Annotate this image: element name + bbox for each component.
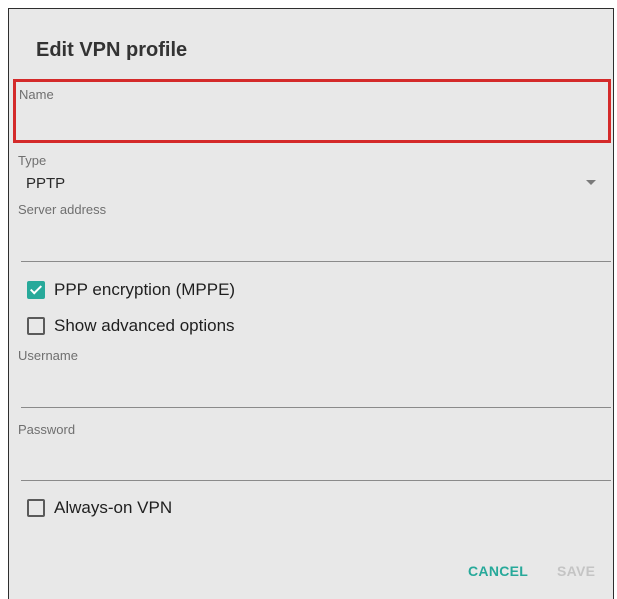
arrow-drop-down-icon	[586, 180, 596, 185]
save-button[interactable]: SAVE	[557, 563, 595, 579]
name-field-highlight: Name	[13, 79, 611, 143]
edit-vpn-profile-dialog: Edit VPN profile Name Type PPTP Server a…	[8, 8, 614, 599]
ppp-encryption-checkbox[interactable]	[27, 281, 45, 299]
type-selected-value: PPTP	[26, 175, 66, 192]
show-advanced-options-checkbox[interactable]	[27, 317, 45, 335]
server-address-input[interactable]	[21, 232, 611, 262]
password-input[interactable]	[21, 451, 611, 481]
password-label: Password	[18, 422, 76, 437]
always-on-vpn-checkbox-row[interactable]: Always-on VPN	[27, 496, 172, 520]
ppp-encryption-checkbox-row[interactable]: PPP encryption (MPPE)	[27, 278, 235, 302]
type-dropdown[interactable]	[17, 152, 611, 196]
name-input[interactable]	[20, 108, 604, 136]
show-advanced-options-checkbox-row[interactable]: Show advanced options	[27, 314, 235, 338]
cancel-button[interactable]: CANCEL	[468, 563, 528, 579]
username-input[interactable]	[21, 378, 611, 408]
username-label: Username	[18, 348, 78, 363]
type-label: Type	[18, 153, 47, 168]
name-label: Name	[19, 87, 54, 102]
always-on-vpn-checkbox[interactable]	[27, 499, 45, 517]
ppp-encryption-label: PPP encryption (MPPE)	[54, 280, 236, 299]
show-advanced-options-label: Show advanced options	[54, 316, 235, 335]
server-address-label: Server address	[18, 202, 107, 217]
dialog-title: Edit VPN profile	[36, 39, 188, 61]
always-on-vpn-label: Always-on VPN	[54, 498, 173, 517]
